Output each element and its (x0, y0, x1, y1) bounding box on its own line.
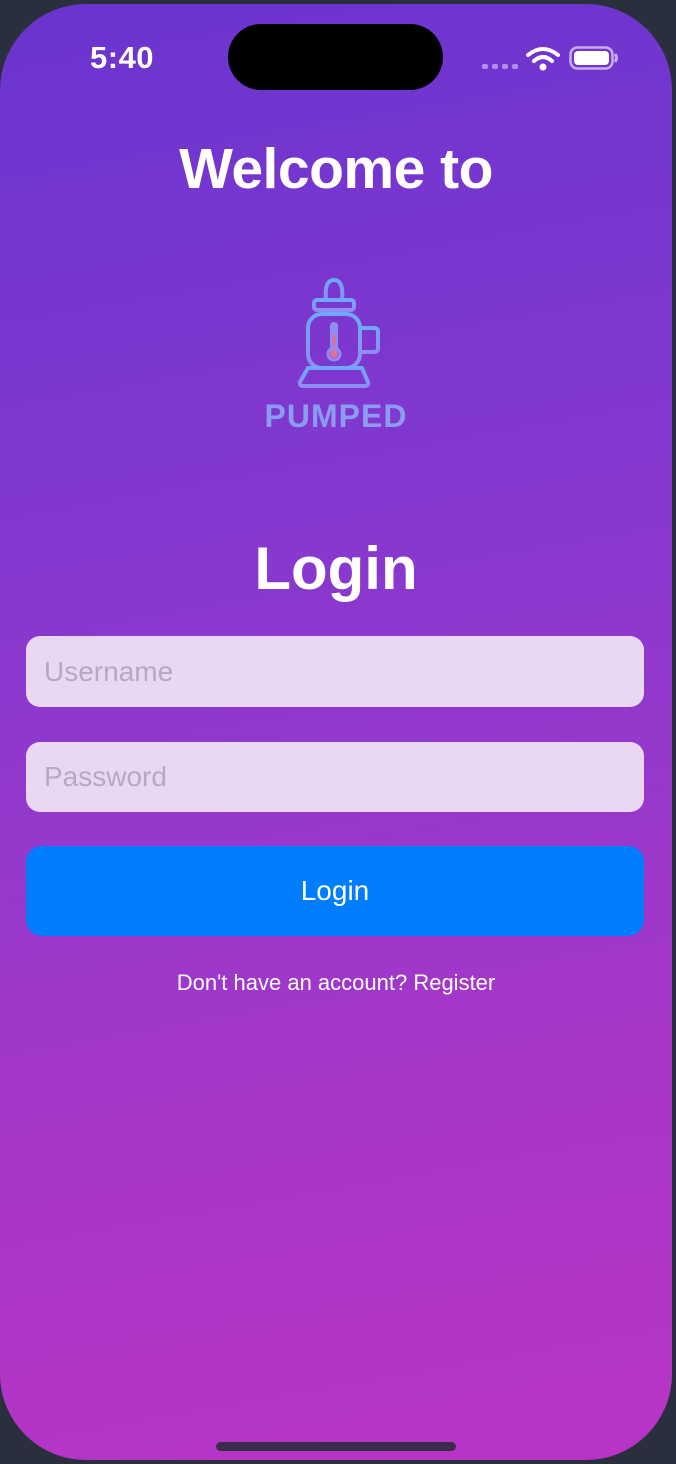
login-title: Login (254, 535, 418, 602)
device-frame: 5:40 Welcome to PUMPED Login Username Lo… (0, 0, 676, 1464)
home-indicator[interactable] (216, 1442, 456, 1451)
dynamic-island (228, 24, 443, 90)
baby-bottle-icon (297, 278, 380, 388)
welcome-title: Welcome to (179, 137, 493, 201)
login-button[interactable]: Login (26, 846, 644, 936)
signal-dots-icon (482, 64, 518, 69)
wifi-icon (526, 47, 560, 71)
battery-icon (569, 46, 618, 70)
register-link[interactable]: Don't have an account? Register (0, 970, 672, 996)
status-bar: 5:40 (0, 4, 672, 114)
pumped-logo: PUMPED (258, 274, 414, 440)
username-input[interactable] (26, 636, 644, 707)
logo-text: PUMPED (264, 398, 408, 434)
password-input[interactable] (26, 742, 644, 812)
app-screen: 5:40 Welcome to PUMPED Login Username Lo… (0, 4, 672, 1460)
status-time: 5:40 (90, 40, 155, 75)
